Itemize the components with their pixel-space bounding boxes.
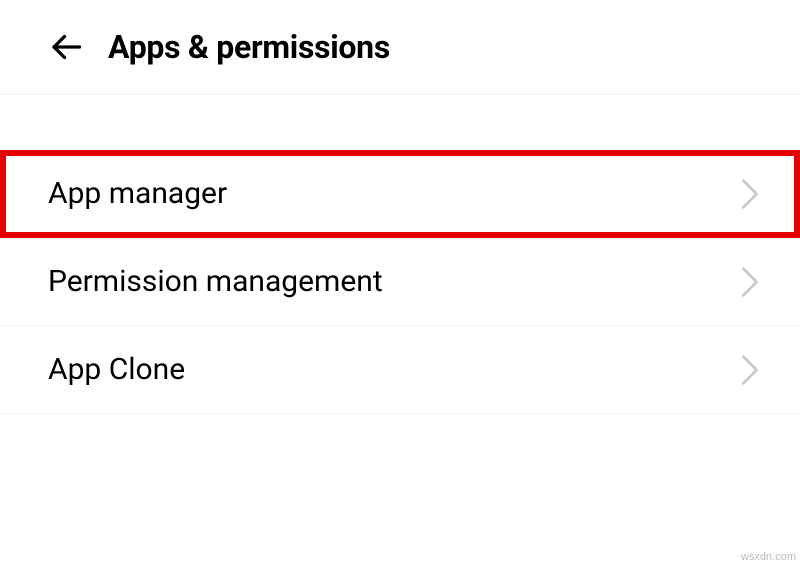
list-item-label: App manager	[48, 176, 227, 211]
settings-list: App manager Permission management App Cl…	[0, 150, 800, 414]
page-title: Apps & permissions	[108, 28, 390, 66]
list-item-app-manager[interactable]: App manager	[0, 150, 800, 238]
chevron-right-icon	[740, 353, 760, 387]
settings-header: Apps & permissions	[0, 0, 800, 95]
section-spacer	[0, 95, 800, 150]
back-arrow-icon[interactable]	[48, 29, 84, 65]
chevron-right-icon	[740, 177, 760, 211]
list-item-label: Permission management	[48, 264, 383, 299]
chevron-right-icon	[740, 265, 760, 299]
list-item-app-clone[interactable]: App Clone	[0, 326, 800, 414]
list-item-label: App Clone	[48, 352, 185, 387]
list-item-permission-management[interactable]: Permission management	[0, 238, 800, 326]
watermark: wsxdn.com	[741, 551, 796, 563]
